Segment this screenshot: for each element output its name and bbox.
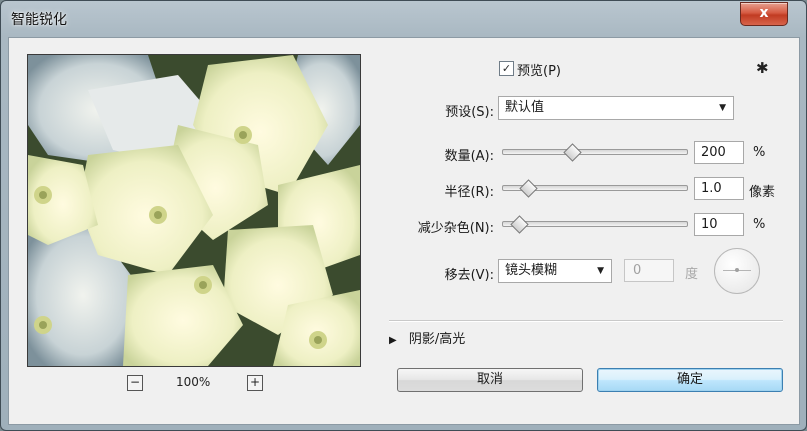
reduce-noise-input[interactable]: 10 [694, 213, 744, 236]
minus-icon: − [129, 375, 141, 389]
zoom-out-button[interactable]: − [127, 375, 143, 391]
radius-slider-thumb[interactable] [519, 179, 538, 198]
remove-label: 移去(V): [444, 268, 494, 283]
section-divider [389, 320, 783, 322]
angle-input[interactable]: 0 [624, 259, 674, 282]
zoom-level: 100% [176, 375, 211, 389]
radius-input[interactable]: 1.0 [694, 177, 744, 200]
reduce-noise-slider[interactable] [502, 221, 688, 227]
radius-label: 半径(R): [444, 185, 494, 200]
window-title: 智能锐化 [11, 12, 67, 28]
title-bar[interactable]: 智能锐化 x [1, 1, 806, 37]
cancel-button[interactable]: 取消 [397, 368, 583, 392]
amount-unit: % [753, 145, 766, 160]
gear-icon[interactable]: ✱ [756, 59, 769, 77]
shadows-highlights-label: 阴影/高光 [408, 332, 466, 347]
close-button[interactable]: x [740, 2, 788, 26]
zoom-controls: − 100% + [127, 374, 267, 392]
expand-triangle-icon: ▶ [389, 335, 397, 346]
reduce-noise-label: 减少杂色(N): [417, 221, 494, 236]
amount-slider[interactable] [502, 149, 688, 155]
remove-select[interactable]: 镜头模糊 ▼ [498, 259, 612, 283]
preview-checkbox[interactable]: ✓ [499, 61, 514, 76]
chevron-down-icon: ▼ [719, 103, 726, 113]
dialog-window: 智能锐化 x − 100% + ✓ 预览(P) ✱ 预设(S): 默认值 ▼ 数… [0, 0, 807, 431]
dialog-body: − 100% + ✓ 预览(P) ✱ 预设(S): 默认值 ▼ 数量(A): 2… [8, 37, 800, 425]
chevron-down-icon: ▼ [597, 266, 604, 276]
angle-dial[interactable] [714, 248, 760, 294]
ok-button[interactable]: 确定 [597, 368, 783, 392]
preview-checkbox-label: 预览(P) [517, 64, 561, 79]
plus-icon: + [249, 375, 261, 389]
amount-slider-thumb[interactable] [563, 143, 582, 162]
shadows-highlights-toggle[interactable]: ▶ 阴影/高光 [389, 328, 465, 347]
reduce-noise-unit: % [753, 217, 766, 232]
amount-label: 数量(A): [444, 149, 494, 164]
radius-unit: 像素 [749, 185, 776, 200]
remove-value: 镜头模糊 [505, 263, 558, 278]
angle-unit: 度 [685, 267, 699, 282]
preview-image[interactable] [27, 54, 361, 367]
amount-input[interactable]: 200 [694, 141, 744, 164]
preset-value: 默认值 [505, 100, 545, 115]
preset-label: 预设(S): [445, 105, 494, 120]
preset-select[interactable]: 默认值 ▼ [498, 96, 734, 120]
reduce-noise-slider-thumb[interactable] [509, 215, 529, 234]
dial-center [735, 268, 739, 272]
zoom-in-button[interactable]: + [247, 375, 263, 391]
